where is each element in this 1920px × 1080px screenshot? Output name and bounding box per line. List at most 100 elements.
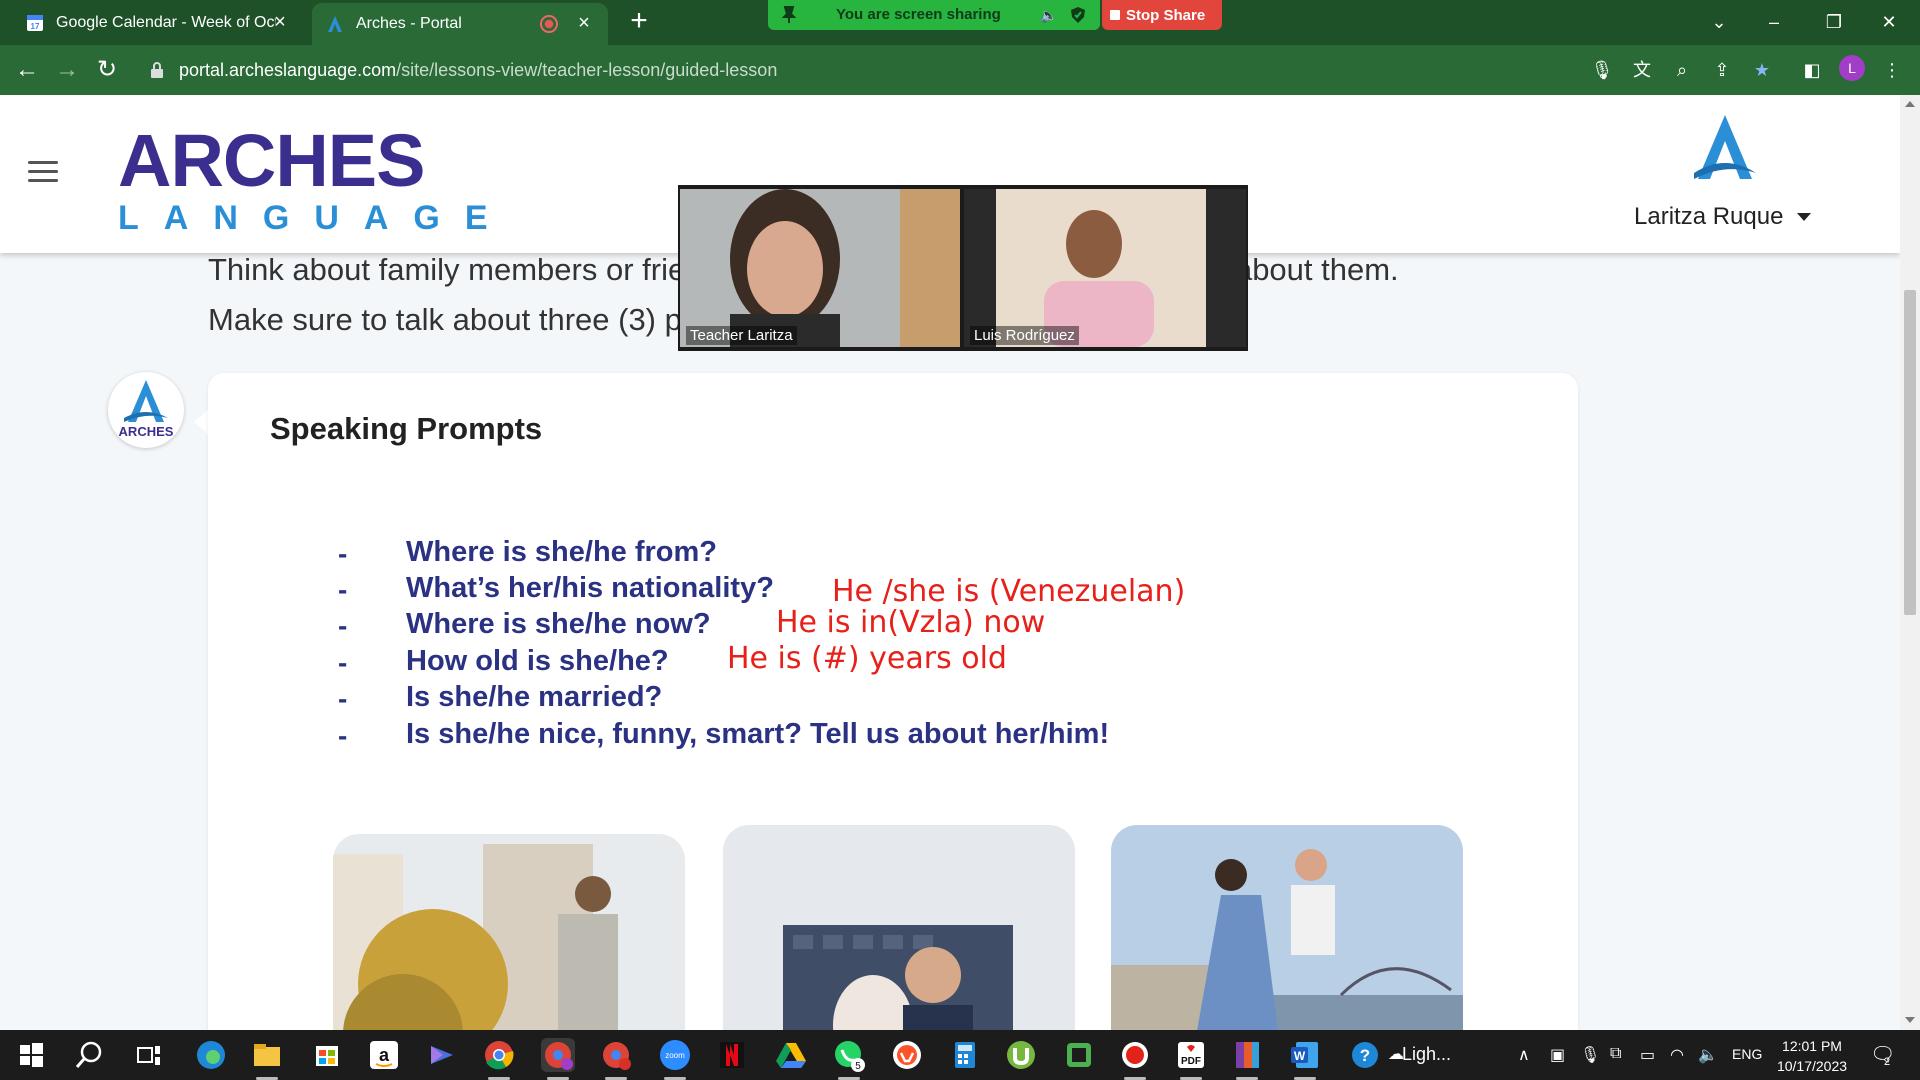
svg-text:a: a	[379, 1045, 390, 1065]
notification-center-icon[interactable]: 🗨	[1870, 1042, 1895, 1067]
forward-button[interactable]: →	[52, 55, 82, 85]
speaking-prompts-card: Speaking Prompts - Where is she/he from?…	[208, 373, 1578, 1030]
logo-sub-text: LANGUAGE	[118, 199, 513, 237]
prompt-item: Is she/he nice, funny, smart? Tell us ab…	[406, 718, 1110, 750]
search-icon[interactable]	[72, 1038, 106, 1072]
prompt-item: Where is she/he now?	[406, 608, 711, 640]
bookmark-star-icon[interactable]: ★	[1750, 58, 1774, 82]
handwritten-answer: He is in(Vzla) now	[776, 605, 1046, 640]
edge-icon[interactable]	[194, 1038, 228, 1072]
address-bar[interactable]: portal.archeslanguage.com/site/lessons-v…	[140, 51, 1520, 89]
tab-arches-portal[interactable]: Arches - Portal ×	[312, 3, 608, 45]
battery-icon[interactable]: ▭	[1640, 1045, 1655, 1065]
close-tab-icon[interactable]: ×	[270, 12, 290, 32]
prompt-dash: -	[338, 720, 348, 751]
minimize-button[interactable]: –	[1758, 6, 1790, 38]
caret-down-icon	[1797, 213, 1812, 221]
help-icon[interactable]: ?	[1348, 1038, 1382, 1072]
reload-button[interactable]: ↻	[92, 55, 122, 85]
clock-time: 12:01 PM	[1782, 1038, 1842, 1054]
weather-text[interactable]: Ligh...	[1402, 1044, 1451, 1065]
google-drive-icon[interactable]	[774, 1038, 808, 1072]
user-menu-dropdown[interactable]: Laritza Ruque	[1634, 203, 1812, 231]
winrar-icon[interactable]	[1230, 1038, 1264, 1072]
screen-recorder-icon[interactable]	[1118, 1038, 1152, 1072]
utorrent-icon[interactable]	[1004, 1038, 1038, 1072]
file-explorer-icon[interactable]	[250, 1038, 284, 1072]
stop-share-button[interactable]: Stop Share	[1102, 0, 1222, 30]
arches-a-icon: ARCHES	[119, 380, 174, 439]
tab-search-chevron-icon[interactable]: ⌄	[1703, 6, 1735, 38]
hamburger-menu-icon[interactable]	[28, 161, 58, 183]
scroll-down-arrow-icon[interactable]	[1905, 1017, 1915, 1023]
prompt-dash: -	[338, 647, 348, 678]
avatar-logo-text: ARCHES	[119, 424, 174, 439]
profile-avatar[interactable]: L	[1839, 55, 1865, 81]
tab-google-calendar[interactable]: 17 Google Calendar - Week of Octo ×	[14, 0, 304, 45]
page-scrollbar[interactable]	[1900, 95, 1920, 1030]
url-path: /site/lessons-view/teacher-lesson/guided…	[396, 59, 778, 80]
netflix-icon[interactable]	[715, 1038, 749, 1072]
windows-taskbar: a zoom 5 PDF W ? ☁ Ligh... ∧ ▣ 🎙 ⧉ ▭ ◠ 🔈…	[0, 1030, 1920, 1080]
wifi-icon[interactable]: ◠	[1670, 1045, 1684, 1065]
screen-sharing-text: You are screen sharing	[836, 6, 1001, 23]
projector-icon[interactable]: ⧉	[1610, 1045, 1621, 1063]
prompt-item: What’s her/his nationality?	[406, 572, 774, 604]
arches-avatar: ARCHES	[108, 372, 184, 448]
chrome-profile-icon[interactable]	[541, 1038, 575, 1072]
share-icon[interactable]: ⇪	[1710, 58, 1734, 82]
meet-now-icon[interactable]: ▣	[1550, 1045, 1565, 1065]
translate-icon[interactable]: 文	[1630, 58, 1654, 82]
close-tab-icon[interactable]: ×	[574, 13, 594, 33]
chrome-icon[interactable]	[482, 1038, 516, 1072]
whatsapp-icon[interactable]: 5	[832, 1038, 866, 1072]
zoom-icon[interactable]: zoom	[658, 1038, 692, 1072]
microphone-icon[interactable]: 🎙	[1590, 58, 1614, 82]
speaker-icon[interactable]: 🔈	[1040, 7, 1057, 24]
microsoft-store-icon[interactable]	[310, 1038, 344, 1072]
handwritten-answer: He is (#) years old	[727, 641, 1007, 676]
zoom-icon[interactable]: ⌕	[1670, 58, 1694, 82]
stop-icon	[1110, 10, 1120, 20]
close-window-button[interactable]: ✕	[1873, 6, 1905, 38]
chrome-profile-2-icon[interactable]	[599, 1038, 633, 1072]
video-call-panel: Teacher Laritza Luis Rodríguez	[678, 185, 1248, 351]
svg-text:W: W	[1294, 1049, 1306, 1063]
camtasia-icon[interactable]	[1062, 1038, 1096, 1072]
lock-icon[interactable]	[150, 62, 164, 78]
new-tab-button[interactable]: +	[622, 6, 656, 40]
windows-start-icon[interactable]	[14, 1038, 48, 1072]
scroll-up-arrow-icon[interactable]	[1905, 101, 1915, 107]
video-tile-student[interactable]: Luis Rodríguez	[964, 189, 1246, 347]
clock[interactable]: 12:01 PM 10/17/2023	[1772, 1036, 1852, 1076]
calculator-icon[interactable]	[948, 1038, 982, 1072]
arches-language-logo[interactable]: ARCHES LANGUAGE	[118, 121, 488, 236]
volume-icon[interactable]: 🔈	[1698, 1045, 1718, 1065]
calendar-icon: 17	[27, 14, 43, 31]
recording-indicator-icon	[540, 15, 558, 33]
notification-count: 2	[1884, 1056, 1891, 1068]
tab-title: Google Calendar - Week of Octo	[56, 13, 276, 31]
side-panel-icon[interactable]: ◧	[1800, 58, 1824, 82]
input-language[interactable]: ENG	[1732, 1046, 1762, 1062]
ilovepdf-icon[interactable]: PDF	[1174, 1038, 1208, 1072]
task-view-icon[interactable]	[132, 1038, 166, 1072]
brave-icon[interactable]	[890, 1038, 924, 1072]
word-icon[interactable]: W	[1288, 1038, 1322, 1072]
prompt-dash: -	[338, 574, 348, 605]
pin-icon[interactable]	[782, 6, 796, 24]
video-tile-teacher[interactable]: Teacher Laritza	[680, 189, 960, 347]
microphone-tray-icon[interactable]: 🎙	[1580, 1045, 1600, 1065]
shield-icon[interactable]	[1071, 7, 1085, 23]
scrollbar-thumb[interactable]	[1904, 290, 1916, 615]
prompt-item: Is she/he married?	[406, 681, 663, 713]
prompt-item: How old is she/he?	[406, 645, 669, 677]
show-hidden-icons-chevron-icon[interactable]: ∧	[1518, 1045, 1530, 1065]
power-automate-icon[interactable]	[425, 1038, 459, 1072]
back-button[interactable]: ←	[12, 55, 42, 85]
prompt-dash: -	[338, 538, 348, 569]
restore-button[interactable]: ❐	[1818, 6, 1850, 38]
page-viewport: ARCHES LANGUAGE Laritza Ruque Think abou…	[0, 95, 1900, 1030]
amazon-icon[interactable]: a	[367, 1038, 401, 1072]
more-menu-icon[interactable]: ⋮	[1880, 58, 1904, 82]
